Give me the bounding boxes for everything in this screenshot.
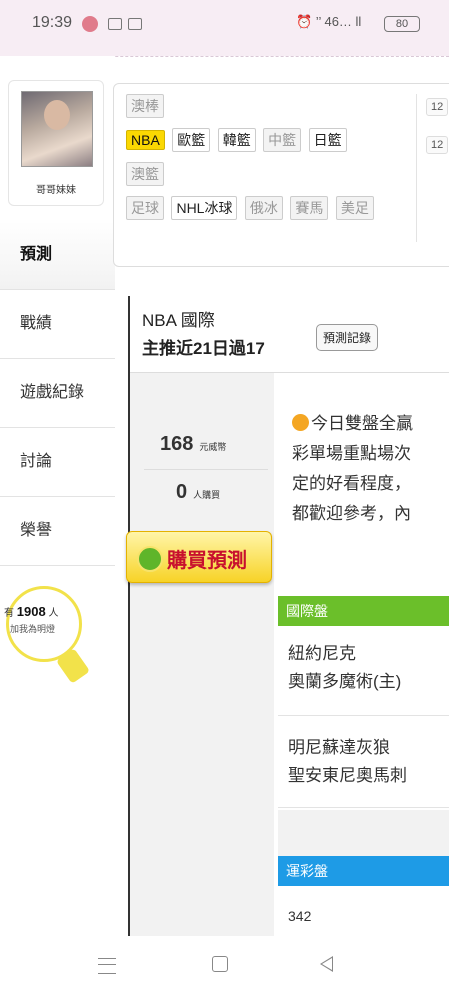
category-tag[interactable]: 美足 — [335, 196, 374, 220]
battery-icon: 80 — [384, 16, 420, 32]
category-tag[interactable]: 日籃 — [308, 128, 347, 152]
message-icon — [128, 18, 142, 30]
status-time: 19:39 — [32, 14, 73, 31]
profile-card[interactable]: 哥哥妹妹 — [8, 80, 104, 206]
sidebar-item-honor[interactable]: 榮譽 — [0, 497, 115, 566]
section-gap — [278, 810, 449, 856]
lottery-code[interactable]: 342 — [278, 896, 449, 936]
category-tag-nba[interactable]: NBA — [126, 130, 165, 150]
sidebar-menu: 預測 戰績 遊戲紀錄 討論 榮譽 — [0, 221, 115, 566]
category-tag[interactable]: 澳棒 — [126, 94, 164, 118]
prediction-header: NBA 國際 主推近21日過17 預測記錄 — [130, 296, 449, 373]
status-bar: 19:39 ⏰ ’’ 46… ll 80 — [0, 0, 449, 56]
light-bulb-widget[interactable]: 有 1908 人 加我為明燈 — [4, 586, 104, 716]
profile-name: 哥哥妹妹 — [36, 185, 76, 196]
sidebar-item-game-history[interactable]: 遊戲紀錄 — [0, 359, 115, 428]
notification-icon — [82, 16, 98, 32]
system-nav-bar — [0, 936, 449, 1000]
buy-prediction-button[interactable]: 購買預測 — [126, 531, 272, 583]
divider — [416, 94, 417, 242]
category-tag[interactable]: 歐籃 — [172, 128, 211, 152]
light-count: 有 1908 人 — [4, 604, 59, 619]
league-title: NBA 國際 — [142, 311, 215, 330]
category-tag[interactable]: 中籃 — [263, 128, 302, 152]
smile-icon — [292, 414, 309, 431]
signal-indicators: ⏰ ’’ 46… ll — [296, 14, 362, 29]
home-team: 奧蘭多魔術(主) — [288, 672, 402, 691]
record-summary: 主推近21日過17 — [142, 339, 265, 358]
section-lottery-header: 運彩盤 — [278, 856, 449, 886]
sidebar-item-prediction[interactable]: 預測 — [0, 221, 115, 290]
section-international-header: 國際盤 — [278, 596, 449, 626]
away-team: 明尼蘇達灰狼 — [288, 738, 390, 757]
price: 168 元威幣 — [160, 433, 227, 455]
back-icon[interactable] — [320, 956, 333, 972]
category-tag[interactable]: 俄冰 — [244, 196, 283, 220]
sidebar-item-record[interactable]: 戰績 — [0, 290, 115, 359]
category-tag[interactable]: 韓籃 — [217, 128, 256, 152]
category-tag[interactable]: 足球 — [126, 196, 164, 220]
purchase-panel: 168 元威幣 0 人購買 購買預測 — [126, 373, 274, 936]
sidebar: 哥哥妹妹 預測 戰績 遊戲紀錄 討論 榮譽 有 1908 人 加我為明燈 — [0, 56, 115, 936]
home-team: 聖安東尼奧馬刺 — [288, 766, 407, 785]
menu-icon[interactable] — [98, 958, 116, 974]
prediction-description: 今日雙盤全贏 彩單場重點場次 定的好看程度， 都歡迎參考，內 — [292, 414, 413, 523]
divider — [144, 469, 268, 470]
buyer-count: 0 人購買 — [176, 481, 221, 503]
coin-icon — [137, 546, 163, 572]
message-icon — [108, 18, 122, 30]
category-tag[interactable]: 澳籃 — [126, 162, 164, 186]
buy-button-label: 購買預測 — [167, 550, 247, 572]
prediction-history-button[interactable]: 預測記錄 — [316, 324, 379, 351]
light-label: 加我為明燈 — [10, 624, 56, 634]
category-tag[interactable]: NHL冰球 — [171, 196, 238, 220]
sidebar-item-discussion[interactable]: 討論 — [0, 428, 115, 497]
date-chip[interactable]: 12 — [426, 98, 449, 116]
category-tag[interactable]: 賽馬 — [290, 196, 329, 220]
category-panel: 澳棒 NBA 歐籃 韓籃 中籃 日籃 澳籃 足球 NHL冰球 俄冰 賽馬 美足 … — [113, 83, 449, 267]
game-row[interactable]: 紐約尼克 奧蘭多魔術(主) — [278, 636, 449, 716]
home-icon[interactable] — [212, 956, 228, 972]
game-row[interactable]: 明尼蘇達灰狼 聖安東尼奧馬刺 — [278, 726, 449, 808]
away-team: 紐約尼克 — [288, 644, 356, 663]
date-chip[interactable]: 12 — [426, 136, 449, 154]
avatar — [21, 91, 93, 167]
